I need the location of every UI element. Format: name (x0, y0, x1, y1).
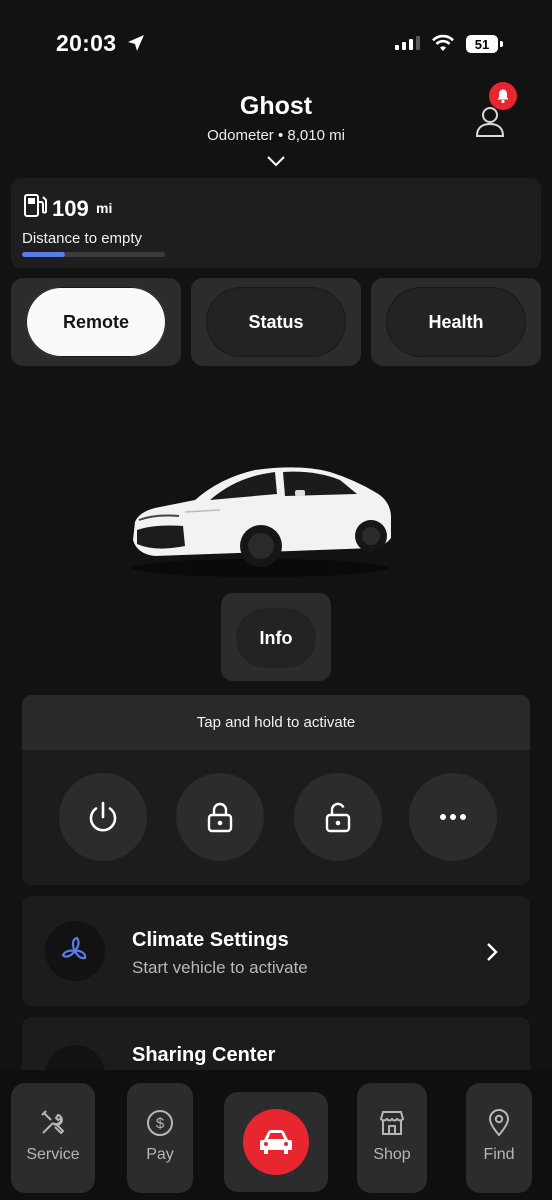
nav-shop-label: Shop (373, 1146, 411, 1163)
tab-remote[interactable]: Remote (26, 287, 166, 357)
location-arrow-icon (128, 35, 144, 51)
status-time: 20:03 (56, 30, 117, 56)
fuel-pump-icon (24, 194, 47, 217)
wifi-icon (432, 34, 454, 51)
lock-button[interactable] (176, 773, 264, 861)
dollar-icon: $ (147, 1110, 173, 1136)
nav-find[interactable]: Find (466, 1083, 532, 1193)
climate-settings-card[interactable]: Climate Settings Start vehicle to activa… (22, 896, 530, 1006)
power-icon (89, 801, 117, 832)
cellular-signal-icon (395, 36, 420, 50)
fuel-range-value: 109 (52, 196, 89, 221)
info-button-container: Info (221, 593, 331, 681)
remote-hint: Tap and hold to activate (22, 695, 530, 750)
more-remote-button[interactable] (409, 773, 497, 861)
battery-tip (500, 41, 503, 47)
location-pin-icon (488, 1109, 510, 1137)
nav-pay[interactable]: $ Pay (127, 1083, 193, 1193)
info-button[interactable]: Info (236, 608, 316, 668)
car-icon (260, 1130, 292, 1154)
vehicle-name[interactable]: Ghost (0, 92, 552, 121)
sharing-center-title: Sharing Center (132, 1044, 276, 1066)
chevron-right-icon (487, 943, 498, 961)
tab-status-container: Status (191, 278, 361, 366)
chevron-down-icon[interactable] (266, 154, 286, 168)
odometer-text: Odometer • 8,010 mi (207, 127, 345, 144)
climate-settings-subtitle: Start vehicle to activate (132, 958, 308, 977)
battery-indicator: 51 (466, 35, 498, 53)
fuel-progress-bar (22, 252, 165, 257)
nav-shop[interactable]: Shop (357, 1083, 427, 1193)
notification-bell-icon[interactable] (489, 82, 517, 110)
nav-vehicle[interactable] (224, 1092, 328, 1192)
shop-icon (379, 1111, 405, 1135)
nav-find-label: Find (483, 1146, 515, 1163)
vehicle-home-button[interactable] (243, 1109, 309, 1175)
fan-icon (45, 921, 105, 981)
svg-text:$: $ (156, 1115, 165, 1132)
nav-pay-label: Pay (146, 1146, 174, 1163)
tools-icon (41, 1110, 65, 1135)
remote-start-button[interactable] (59, 773, 147, 861)
vehicle-image (132, 467, 391, 577)
nav-service-label: Service (26, 1146, 80, 1163)
lock-icon (207, 802, 233, 833)
fuel-range-label: Distance to empty (22, 230, 143, 247)
tab-health-container: Health (371, 278, 541, 366)
more-icon (440, 814, 466, 820)
climate-settings-title: Climate Settings (132, 929, 289, 951)
unlock-icon (325, 802, 351, 833)
nav-service[interactable]: Service (11, 1083, 95, 1193)
tab-remote-container: Remote (11, 278, 181, 366)
unlock-button[interactable] (294, 773, 382, 861)
fuel-range-unit: mi (96, 200, 113, 216)
fuel-progress-fill (22, 252, 65, 257)
remote-controls-panel: Tap and hold to activate (22, 695, 530, 885)
tab-health[interactable]: Health (386, 287, 526, 357)
tab-status[interactable]: Status (206, 287, 346, 357)
